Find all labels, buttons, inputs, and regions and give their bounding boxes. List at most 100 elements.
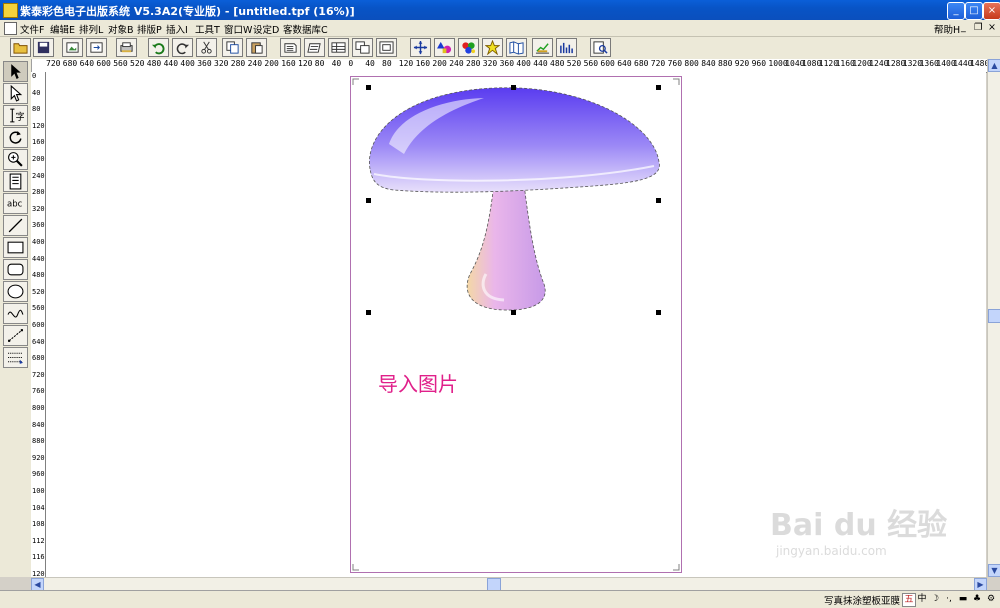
text-tool[interactable]: 字 (3, 105, 28, 126)
menu-database[interactable]: 客数据库C (283, 22, 328, 36)
selection-handle-top-left[interactable] (366, 85, 371, 90)
selection-handle-bottom-right[interactable] (656, 310, 661, 315)
vertical-scrollbar[interactable]: ▲ ▼ (987, 59, 1000, 577)
curve-icon (7, 309, 24, 318)
paste-button[interactable] (246, 38, 267, 57)
menu-edit[interactable]: 编辑E (50, 22, 75, 36)
keyboard-icon[interactable]: ▬ (957, 593, 969, 605)
menu-help[interactable]: 帮助H (934, 22, 960, 36)
selection-handle-bottom-left[interactable] (366, 310, 371, 315)
node-select-tool[interactable] (3, 83, 28, 104)
chart-button[interactable] (532, 38, 553, 57)
document-icon[interactable] (4, 22, 17, 35)
minimize-button[interactable]: _ (947, 2, 965, 20)
abc-icon: abc (7, 199, 23, 209)
selection-handle-top-right[interactable] (656, 85, 661, 90)
selection-handle-bottom-center[interactable] (511, 310, 516, 315)
scroll-down-button[interactable]: ▼ (988, 564, 1000, 577)
horizontal-scrollbar[interactable]: ◀ ▶ (31, 577, 987, 591)
ruler-tick-label: 880 (718, 59, 733, 68)
menu-arrange[interactable]: 排列L (79, 22, 103, 36)
page-tool[interactable] (3, 171, 28, 192)
ruler-tick-label: 800 (684, 59, 699, 68)
selection-handle-middle-left[interactable] (366, 198, 371, 203)
ruler-tick-label: 320 (32, 204, 45, 213)
menu-file[interactable]: 文件F (20, 22, 44, 36)
table-tool[interactable] (3, 347, 28, 368)
status-text: 写真抹涂塑板亚膜 (824, 596, 901, 607)
settings-icon[interactable]: ⚙ (985, 593, 997, 605)
menu-window[interactable]: 窗口W (224, 22, 252, 36)
redo-button[interactable] (172, 38, 193, 57)
table-button[interactable] (328, 38, 349, 57)
star-button[interactable] (482, 38, 503, 57)
copy-icon (226, 41, 239, 54)
vertical-scroll-thumb[interactable] (988, 309, 1000, 323)
ruler-tick-label: 760 (667, 59, 683, 68)
zoom-tool[interactable] (3, 149, 28, 170)
export-button[interactable] (86, 38, 107, 57)
menu-object[interactable]: 对象B (108, 22, 134, 36)
ruler-tick-label: 1080 (32, 520, 45, 529)
ruler-tick-label: 1040 (32, 503, 45, 512)
menu-insert[interactable]: 插入I (166, 22, 188, 36)
punctuation-icon[interactable]: ·, (943, 593, 955, 605)
cut-button[interactable] (196, 38, 217, 57)
rounded-rectangle-tool[interactable] (3, 259, 28, 280)
app-icon[interactable] (3, 3, 18, 18)
text-block-tool[interactable]: abc (3, 193, 28, 214)
vertical-ruler[interactable]: 0 40 80 120 160 200 240 280 320 360 400 440 480 520 56… (31, 72, 46, 577)
child-minimize-button[interactable]: _ (961, 22, 966, 33)
maximize-button[interactable]: □ (965, 2, 983, 20)
ruler-tick-label: 0 (348, 59, 354, 68)
barcode-chart-button[interactable] (556, 38, 577, 57)
menu-settings[interactable]: 设定D (253, 22, 279, 36)
print-button[interactable] (116, 38, 137, 57)
ruler-tick-label: 200 (432, 59, 447, 68)
ruler-tick-label: 960 (32, 470, 45, 479)
select-tool[interactable] (3, 61, 28, 82)
ruler-tick-label: 720 (650, 59, 666, 68)
caption-text[interactable]: 导入图片 (378, 368, 458, 397)
ellipse-tool[interactable] (3, 281, 28, 302)
selection-handle-middle-right[interactable] (656, 198, 661, 203)
open-button[interactable] (10, 38, 31, 57)
menu-tools[interactable]: 工具T (195, 22, 220, 36)
undo-button[interactable] (148, 38, 169, 57)
child-close-button[interactable]: × (988, 22, 996, 33)
rotate-tool[interactable] (3, 127, 28, 148)
floppy-disk-icon (37, 41, 50, 54)
move-button[interactable] (410, 38, 431, 57)
bezier-icon (8, 329, 23, 342)
group-button[interactable] (376, 38, 397, 57)
text-flow-button[interactable] (304, 38, 325, 57)
input-method-icon[interactable]: 五 (902, 593, 916, 607)
bezier-tool[interactable] (3, 325, 28, 346)
close-button[interactable]: × (983, 2, 1000, 20)
line-tool[interactable] (3, 215, 28, 236)
moon-icon[interactable]: ☽ (929, 593, 941, 605)
frame-button[interactable] (352, 38, 373, 57)
color-palette-button[interactable] (458, 38, 479, 57)
rectangle-icon (7, 241, 24, 254)
selection-handle-top-center[interactable] (511, 85, 516, 90)
menu-layout[interactable]: 排版P (137, 22, 162, 36)
ruler-tick-label: 560 (113, 59, 128, 68)
ruler-tick-label: 640 (79, 59, 95, 68)
mushroom-image[interactable] (364, 84, 664, 319)
horizontal-ruler[interactable]: 720 680 640 600 560 520 480 440 400 360 320 280 240 2… (32, 59, 988, 73)
map-button[interactable] (506, 38, 527, 57)
language-icon[interactable]: 中 (916, 593, 928, 605)
rectangle-tool[interactable] (3, 237, 28, 258)
ruler-tick-label: 960 (751, 59, 767, 68)
preview-button[interactable] (590, 38, 611, 57)
copy-button[interactable] (222, 38, 243, 57)
user-icon[interactable]: ♣ (971, 593, 983, 605)
import-button[interactable] (62, 38, 83, 57)
color-fill-button[interactable] (434, 38, 455, 57)
scroll-up-button[interactable]: ▲ (988, 59, 1000, 72)
curve-tool[interactable] (3, 303, 28, 324)
save-button[interactable] (33, 38, 54, 57)
child-restore-button[interactable]: ❐ (974, 22, 983, 33)
text-block-button[interactable] (280, 38, 301, 57)
